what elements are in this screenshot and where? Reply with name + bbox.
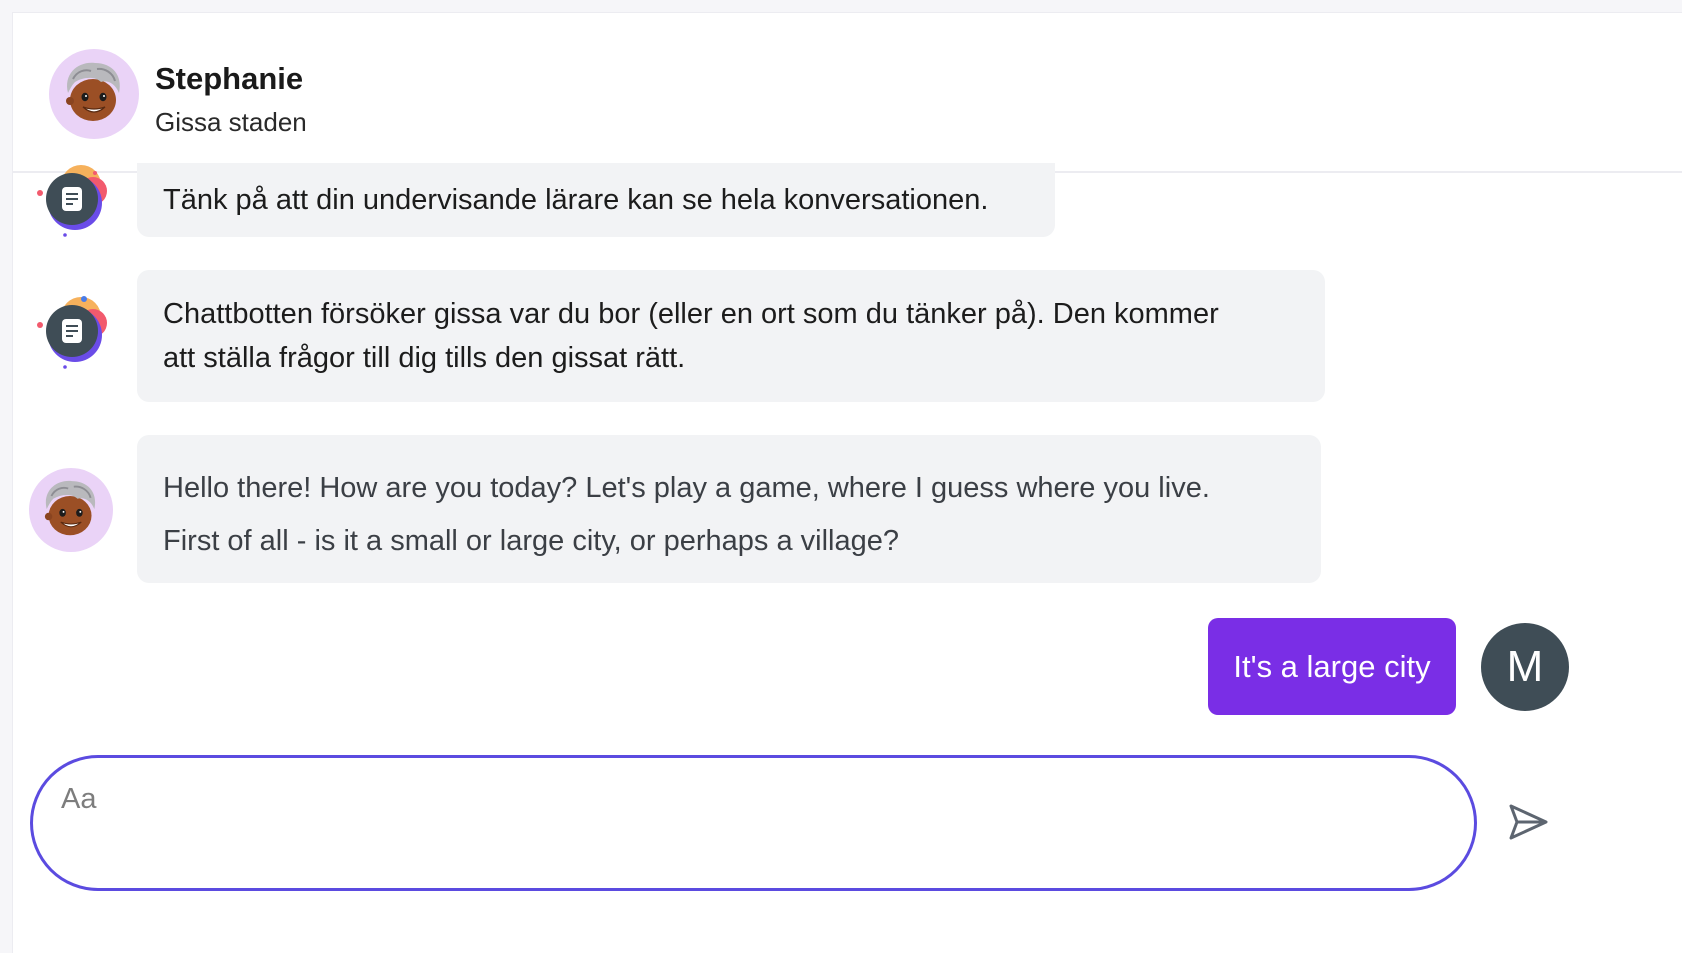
message-input[interactable] [59,778,1543,820]
system-message: Tänk på att din undervisande lärare kan … [137,163,1055,237]
contact-name: Stephanie [155,61,304,96]
cartoon-person-avatar-icon [29,468,113,552]
message-text: Tänk på att din undervisande lärare kan … [163,184,989,216]
cartoon-person-avatar-icon [49,49,139,139]
message-line: att ställa frågor till dig tills den gis… [163,342,686,374]
user-message: It's a large city [1208,618,1456,715]
message-line: Chattbotten försöker gissa var du bor (e… [163,298,1219,330]
contact-subtitle: Gissa staden [155,107,307,137]
send-icon [1509,804,1548,840]
avatar-initial: M [1506,642,1544,691]
message-text: It's a large city [1233,648,1431,684]
document-avatar-icon [37,296,107,369]
bot-message: Hello there! How are you today? Let's pl… [137,435,1321,583]
system-message: Chattbotten försöker gissa var du bor (e… [137,270,1325,402]
chat-window: Stephanie Gissa staden Tänk på att din u… [12,12,1682,953]
message-line: First of all - is it a small or large ci… [163,525,900,557]
message-composer[interactable] [30,755,1543,891]
document-avatar-icon [37,165,107,237]
chat-header: Stephanie Gissa staden [13,13,1682,173]
send-button[interactable] [1501,795,1555,849]
message-line: Hello there! How are you today? Let's pl… [163,472,1210,504]
user-avatar: M [1481,623,1569,711]
